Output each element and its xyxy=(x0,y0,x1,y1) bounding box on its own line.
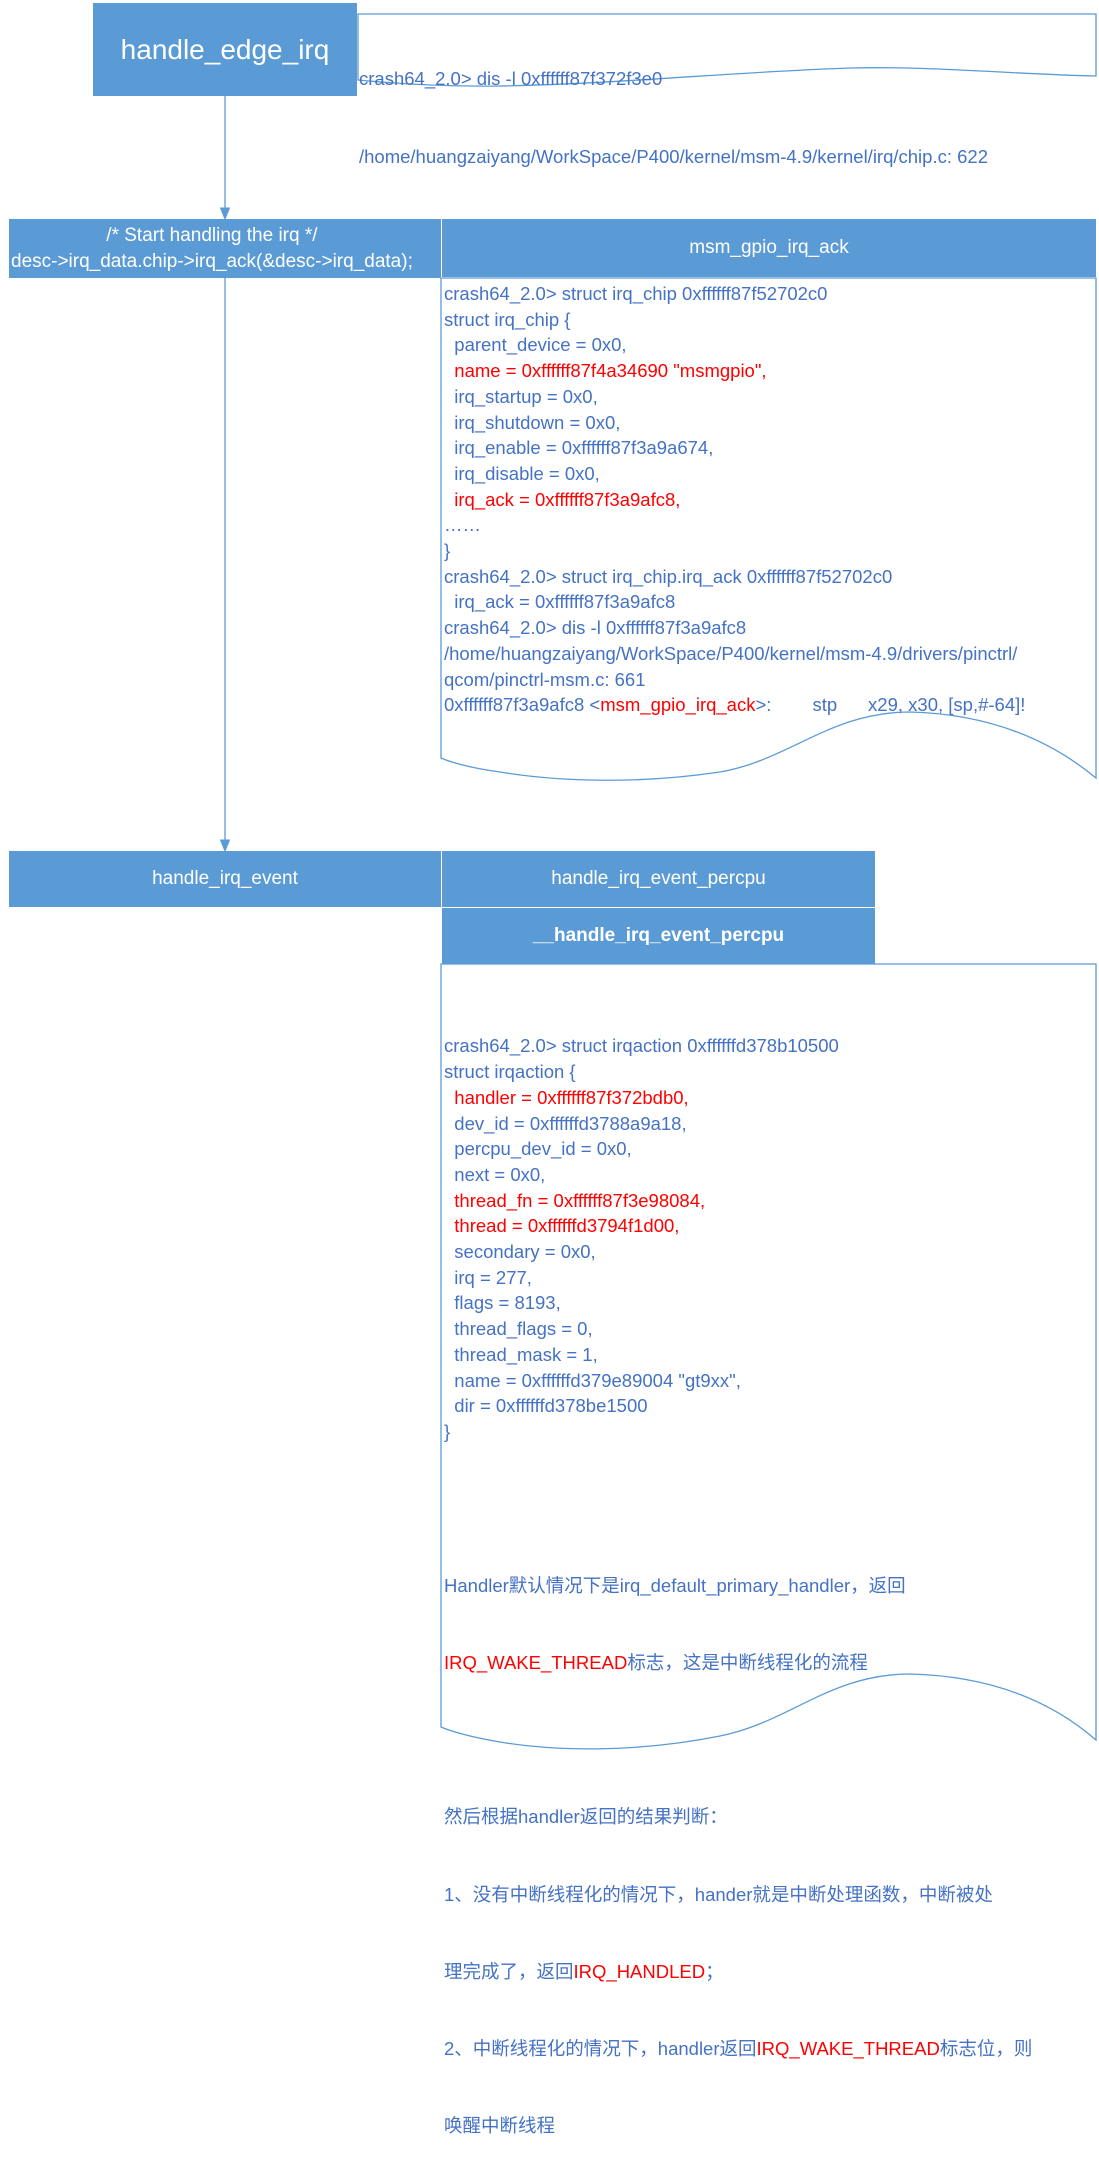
msm-gpio-irq-ack-box: msm_gpio_irq_ack xyxy=(442,219,1096,277)
handle-irq-event-percpu-box: handle_irq_event_percpu xyxy=(442,851,875,907)
handle-irq-event-label: handle_irq_event xyxy=(152,868,298,889)
irqaction-note: crash64_2.0> struct irqaction 0xffffffd3… xyxy=(444,982,1032,2164)
irqaction-note-line: crash64_2.0> struct irqaction 0xffffffd3… xyxy=(444,1035,839,1057)
irq-chip-note-line: parent_device = 0x0, xyxy=(444,334,627,356)
irq-chip-note-line: irq_startup = 0x0, xyxy=(444,385,598,407)
note-para2-item1-line1: 1、没有中断线程化的情况下，hander就是中断处理函数，中断被处 xyxy=(444,1883,993,1905)
note-para2-title: 然后根据handler返回的结果判断： xyxy=(444,1806,728,1828)
header-note-line: /home/huangzaiyang/WorkSpace/P400/kernel… xyxy=(359,145,988,167)
handle-irq-event-percpu-label: handle_irq_event_percpu xyxy=(551,868,766,889)
handle-edge-irq-box: handle_edge_irq xyxy=(93,3,357,96)
irqaction-note-line: name = 0xffffffd379e89004 "gt9xx", xyxy=(444,1369,741,1391)
item2-highlight: IRQ_WAKE_THREAD xyxy=(756,2037,940,2059)
irq-chip-note-line: struct irq_chip { xyxy=(444,308,571,330)
irq-chip-note-line: irq_disable = 0x0, xyxy=(444,462,600,484)
irqaction-note-line: thread_flags = 0, xyxy=(444,1318,593,1340)
note-para2-item2-line1: 2、中断线程化的情况下，handler返回IRQ_WAKE_THREAD标志位，… xyxy=(444,2036,1032,2062)
note-para1-line1: Handler默认情况下是irq_default_primary_handler… xyxy=(444,1573,1032,1599)
para1-text-c: 标志，这是中断线程化的流程 xyxy=(627,1652,868,1674)
item1-text-b: 理完成了，返回 xyxy=(444,1960,574,1982)
msm-gpio-irq-ack-label: msm_gpio_irq_ack xyxy=(689,237,849,258)
irq-chip-note-line: crash64_2.0> dis -l 0xffffff87f3a9afc8 xyxy=(444,617,747,639)
irqaction-note-line: secondary = 0x0, xyxy=(444,1241,596,1263)
disasm-suffix: >: stp x29, x30, [sp,#-64]! xyxy=(755,694,1026,716)
irq-chip-note-line: irq_ack = 0xffffff87f3a9afc8, xyxy=(444,488,681,510)
irq-chip-note-line: irq_enable = 0xffffff87f3a9a674, xyxy=(444,437,714,459)
code-comment-line: /* Start handling the irq */ xyxy=(106,225,318,246)
irqaction-note-line: dir = 0xffffffd378be1500 xyxy=(444,1395,648,1417)
handle-irq-event-box: handle_irq_event xyxy=(9,851,441,907)
irq-chip-note-line: crash64_2.0> struct irq_chip 0xffffff87f… xyxy=(444,283,828,304)
note-para2-item2-line2: 唤醒中断线程 xyxy=(444,2114,556,2136)
irqaction-note-line: dev_id = 0xffffffd3788a9a18, xyxy=(444,1112,687,1134)
irqaction-note-line: irq = 277, xyxy=(444,1266,532,1288)
para1-text-a: Handler默认情况下是irq_default_primary_handler… xyxy=(444,1575,906,1597)
handle-edge-irq-label: handle_edge_irq xyxy=(120,33,330,65)
irq-chip-note-line: irq_shutdown = 0x0, xyxy=(444,411,621,433)
irq-chip-note-line: irq_ack = 0xffffff87f3a9afc8 xyxy=(444,591,676,613)
irqaction-note-line: flags = 8193, xyxy=(444,1292,561,1314)
header-note-line: crash64_2.0> dis -l 0xffffff87f372f3e0 xyxy=(359,68,663,90)
irq-chip-note-line: qcom/pinctrl-msm.c: 661 xyxy=(444,668,646,690)
inner-handle-irq-event-percpu-label: __handle_irq_event_percpu xyxy=(532,925,785,946)
irq-chip-note-line: crash64_2.0> struct irq_chip.irq_ack 0xf… xyxy=(444,565,893,587)
irqaction-note-line: } xyxy=(444,1420,451,1442)
irq-chip-note-line: /home/huangzaiyang/WorkSpace/P400/kernel… xyxy=(444,642,1018,664)
note-para1-line2: IRQ_WAKE_THREAD标志，这是中断线程化的流程 xyxy=(444,1650,1032,1676)
irq-ack-call-box: /* Start handling the irq */ desc->irq_d… xyxy=(9,219,441,278)
irqaction-note-line: handler = 0xffffff87f372bdb0, xyxy=(444,1086,689,1108)
irq-chip-note-disasm-line: 0xffffff87f3a9afc8 <msm_gpio_irq_ack>: s… xyxy=(444,692,1025,718)
inner-handle-irq-event-percpu-box: __handle_irq_event_percpu xyxy=(442,908,875,964)
irqaction-note-line: percpu_dev_id = 0x0, xyxy=(444,1138,632,1160)
item2-text-b: 标志位，则 xyxy=(939,2037,1033,2059)
note-para2-item1-line2: 理完成了，返回IRQ_HANDLED； xyxy=(444,1959,1032,1985)
header-note: crash64_2.0> dis -l 0xffffff87f372f3e0 /… xyxy=(359,15,988,195)
para1-highlight: IRQ_WAKE_THREAD xyxy=(444,1652,628,1674)
irq-chip-note-line: } xyxy=(444,540,451,562)
irqaction-note-line: thread = 0xffffffd3794f1d00, xyxy=(444,1215,680,1237)
irq-chip-note-line: …… xyxy=(444,514,481,536)
item1-text-c: ； xyxy=(705,1960,724,1982)
code-call-line: desc->irq_data.chip->irq_ack(&desc->irq_… xyxy=(11,251,413,272)
item2-text-a: 2、中断线程化的情况下，handler返回 xyxy=(444,2037,757,2059)
item1-highlight: IRQ_HANDLED xyxy=(573,1960,706,1982)
irq-chip-note-line: name = 0xffffff87f4a34690 "msmgpio", xyxy=(444,360,767,382)
disasm-prefix: 0xffffff87f3a9afc8 < xyxy=(444,694,601,716)
disasm-func: msm_gpio_irq_ack xyxy=(600,694,756,716)
irqaction-note-line: thread_mask = 1, xyxy=(444,1343,598,1365)
irqaction-note-line: struct irqaction { xyxy=(444,1061,576,1083)
irqaction-note-line: thread_fn = 0xffffff87f3e98084, xyxy=(444,1189,706,1211)
irqaction-note-line: next = 0x0, xyxy=(444,1163,546,1185)
irq-chip-note: crash64_2.0> struct irq_chip 0xffffff87f… xyxy=(444,281,1025,718)
